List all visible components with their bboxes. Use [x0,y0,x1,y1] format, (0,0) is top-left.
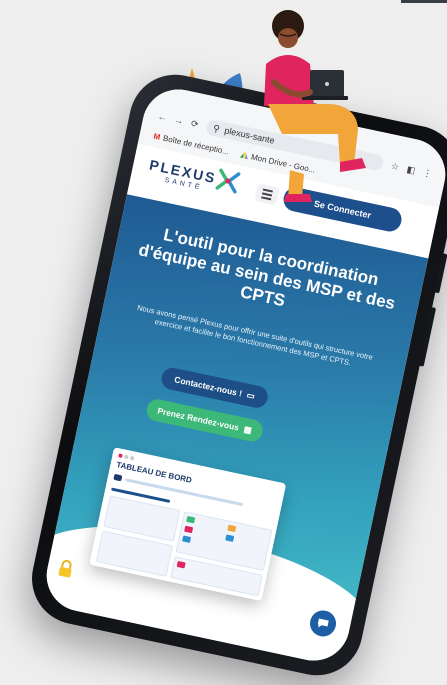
window-dots [118,453,135,461]
corner-tab [401,0,447,3]
gmail-icon: M [152,131,162,142]
menu-icon[interactable]: ⋮ [422,167,433,180]
calendar-icon: ▦ [242,423,253,435]
site-info-icon[interactable]: ⚲ [212,122,221,134]
back-arrow-icon[interactable]: ← [157,111,168,123]
forward-arrow-icon[interactable]: → [174,115,185,127]
appointment-label: Prenez Rendez-vous [156,405,240,433]
contact-label: Contactez-nous ! [173,374,244,399]
reload-icon[interactable]: ⟳ [190,118,199,130]
chat-icon: ▭ [245,389,256,401]
person-with-laptop-illustration [264,10,366,202]
chat-bubble-icon [317,618,329,628]
dash-avatar [113,473,123,482]
